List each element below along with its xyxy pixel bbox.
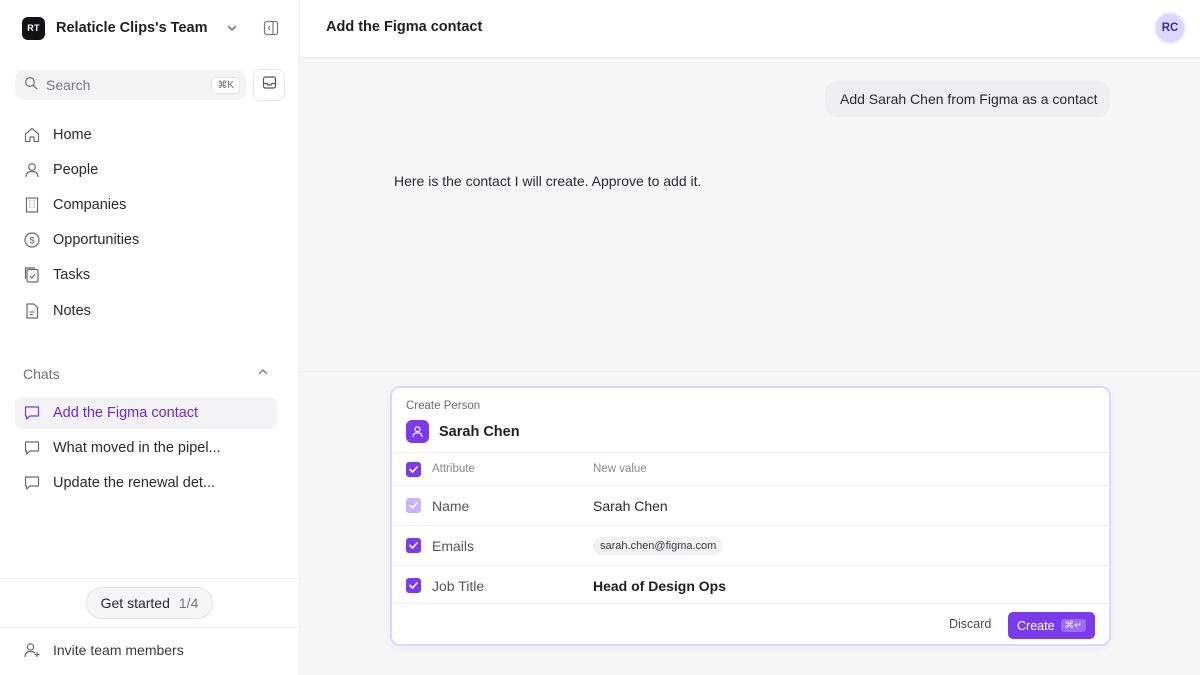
discard-button[interactable]: Discard <box>949 617 991 631</box>
create-button[interactable]: Create ⌘↵ <box>1008 612 1095 639</box>
sidebar-divider <box>0 578 300 579</box>
row-checkbox[interactable] <box>406 538 421 553</box>
card-footer-divider <box>392 603 1109 604</box>
row-attribute: Emails <box>432 537 475 554</box>
chat-list: Add the Figma contact What moved in the … <box>15 397 277 503</box>
sidebar-toggle-icon[interactable] <box>262 19 280 37</box>
team-name: Relaticle Clips's Team <box>56 20 208 36</box>
row-checkbox[interactable] <box>406 498 421 513</box>
search-input[interactable]: Search ⌘K <box>15 70 246 100</box>
svg-text:$: $ <box>29 236 35 247</box>
create-person-card: Create Person Sarah Chen Attribute New v… <box>390 386 1111 646</box>
person-icon <box>406 420 429 443</box>
get-started-progress: 1/4 <box>178 595 199 611</box>
dollar-circle-icon: $ <box>23 231 41 249</box>
note-icon <box>23 302 41 320</box>
nav-label: Tasks <box>53 267 91 284</box>
chat-bubble-icon <box>23 404 41 422</box>
chat-bubble-icon <box>23 474 41 492</box>
chat-bubble-icon <box>23 439 41 457</box>
nav-item-tasks[interactable]: Tasks <box>15 258 277 293</box>
chats-title: Chats <box>23 366 60 382</box>
nav-label: Notes <box>53 302 91 319</box>
chats-section-header[interactable]: Chats <box>23 364 269 384</box>
composer-divider <box>300 371 1200 372</box>
home-icon <box>23 126 41 144</box>
search-icon <box>24 76 38 95</box>
row-value: Sarah Chen <box>593 497 668 514</box>
sidebar: RT Relaticle Clips's Team Search ⌘K Home <box>0 0 300 675</box>
chat-label: Add the Figma contact <box>53 405 199 421</box>
table-row: Job Title Head of Design Ops <box>392 565 1109 605</box>
card-kicker: Create Person <box>406 400 481 412</box>
tasks-icon <box>23 266 41 284</box>
table-row: Name Sarah Chen <box>392 485 1109 525</box>
page-title: Add the Figma contact <box>326 19 483 35</box>
nav-label: Home <box>53 126 92 143</box>
person-name: Sarah Chen <box>439 423 520 440</box>
user-icon <box>23 161 41 179</box>
create-shortcut: ⌘↵ <box>1060 619 1086 632</box>
table-row: Emails sarah.chen@figma.com <box>392 525 1109 565</box>
user-message: Add Sarah Chen from Figma as a contact <box>825 81 1110 117</box>
nav-item-companies[interactable]: Companies <box>15 187 277 222</box>
invite-label: Invite team members <box>53 642 184 658</box>
chat-item-renewal[interactable]: Update the renewal det... <box>15 467 277 499</box>
get-started-button[interactable]: Get started 1/4 <box>86 587 213 619</box>
nav-label: Companies <box>53 196 127 213</box>
chat-label: Update the renewal det... <box>53 475 216 492</box>
person-header: Sarah Chen <box>406 420 520 443</box>
inbox-button[interactable] <box>253 69 285 101</box>
inbox-icon <box>262 75 277 95</box>
building-icon <box>23 196 41 214</box>
nav-label: People <box>53 161 99 178</box>
row-value: Head of Design Ops <box>593 577 727 594</box>
sidebar-divider <box>0 627 300 628</box>
assistant-message: Here is the contact I will create. Appro… <box>394 173 702 189</box>
search-placeholder: Search <box>46 77 91 93</box>
create-label: Create <box>1017 618 1055 633</box>
column-attribute: Attribute <box>432 463 475 475</box>
team-badge: RT <box>22 16 45 40</box>
get-started-label: Get started <box>100 595 170 611</box>
avatar[interactable]: RC <box>1154 12 1186 44</box>
top-bar: Add the Figma contact RC <box>300 0 1200 58</box>
main-nav: Home People Companies $ Opportunities Ta… <box>15 117 277 328</box>
nav-item-notes[interactable]: Notes <box>15 293 277 328</box>
invite-team-button[interactable]: Invite team members <box>23 640 184 660</box>
nav-item-opportunities[interactable]: $ Opportunities <box>15 223 277 258</box>
chevron-up-icon[interactable] <box>257 365 269 383</box>
chat-item-add-figma-contact[interactable]: Add the Figma contact <box>15 397 277 429</box>
chat-item-pipeline[interactable]: What moved in the pipel... <box>15 432 277 464</box>
main-panel: Add the Figma contact RC Add Sarah Chen … <box>300 0 1200 675</box>
chevron-down-icon[interactable] <box>224 20 240 36</box>
row-attribute: Name <box>432 497 470 514</box>
email-chip: sarah.chen@figma.com <box>593 536 724 555</box>
nav-label: Opportunities <box>53 232 140 249</box>
chat-label: What moved in the pipel... <box>53 440 221 457</box>
row-checkbox[interactable] <box>406 578 421 593</box>
nav-item-people[interactable]: People <box>15 152 277 187</box>
row-attribute: Job Title <box>432 577 485 594</box>
column-new-value: New value <box>593 463 647 475</box>
team-switcher[interactable]: RT Relaticle Clips's Team <box>22 16 280 40</box>
nav-item-home[interactable]: Home <box>15 117 277 152</box>
user-plus-icon <box>23 641 41 659</box>
select-all-checkbox[interactable] <box>406 461 421 477</box>
table-header: Attribute New value <box>392 452 1109 485</box>
search-shortcut: ⌘K <box>211 76 240 94</box>
